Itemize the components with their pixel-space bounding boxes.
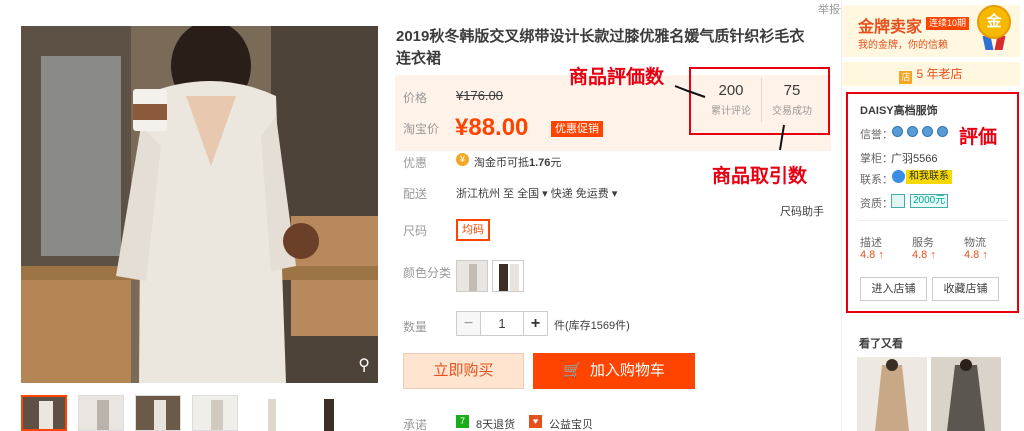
- deposit-badge[interactable]: 2000元: [910, 194, 949, 208]
- score-logistics-label: 物流: [964, 237, 986, 249]
- quantity-decrease-button[interactable]: −: [456, 311, 481, 336]
- charity-heart-icon: ♥: [529, 415, 542, 428]
- score-service-label: 服务: [912, 237, 934, 249]
- stock-text: 件(库存1569件): [554, 320, 630, 332]
- promise-label: 承诺: [403, 418, 428, 431]
- quantity-label: 数量: [403, 320, 428, 334]
- quantity-increase-button[interactable]: +: [523, 311, 548, 336]
- sidebar-divider: [858, 220, 1008, 221]
- keeper-label: 掌柜：: [860, 153, 893, 165]
- gold-seller-title: 金牌卖家: [858, 19, 923, 36]
- shop-name[interactable]: DAISY高档服饰: [860, 102, 938, 118]
- score-description-value: 4.8 ↑: [860, 249, 884, 261]
- cart-icon: 🛒: [563, 362, 582, 379]
- also-viewed-item-1[interactable]: [857, 357, 927, 431]
- color-label: 颜色分类: [403, 266, 452, 280]
- credit-diamond-icon: [937, 126, 948, 137]
- review-pointer-line: [674, 85, 706, 98]
- buy-now-button[interactable]: 立即购买: [403, 353, 524, 389]
- taojinbi-coin-icon: ¥: [456, 153, 469, 166]
- also-viewed-title: 看了又看: [859, 338, 903, 350]
- shop-icon: 店: [899, 71, 913, 84]
- also-viewed-item-2[interactable]: [931, 357, 1001, 431]
- credit-diamond-icon: [892, 126, 903, 137]
- contact-seller-button[interactable]: 和我联系: [906, 170, 952, 184]
- shop-age: 店5 年老店: [842, 62, 1020, 86]
- qualification-label: 资质：: [860, 198, 893, 210]
- color-option-2[interactable]: [492, 260, 524, 292]
- charity-item-text[interactable]: 公益宝贝: [549, 416, 593, 431]
- shipping-label: 配送: [403, 187, 428, 201]
- seven-day-return-icon: 7: [456, 415, 469, 428]
- size-label: 尺码: [403, 224, 428, 238]
- gold-medal-icon: 金: [977, 5, 1011, 39]
- shipping-selector[interactable]: 浙江杭州 至 全国 ▾ 快递 免运费 ▾: [456, 185, 617, 201]
- wangwang-icon: [892, 170, 905, 183]
- add-to-cart-button[interactable]: 🛒 加入购物车: [533, 353, 695, 389]
- score-description-label: 描述: [860, 237, 882, 249]
- score-service-value: 4.8 ↑: [912, 249, 936, 261]
- size-helper-link[interactable]: 尺码助手: [780, 203, 824, 219]
- offer-label: 优惠: [403, 156, 428, 170]
- quantity-input[interactable]: 1: [480, 311, 524, 336]
- qualification-icon: [891, 194, 905, 208]
- credit-diamond-icon: [922, 126, 933, 137]
- enter-shop-button[interactable]: 进入店铺: [860, 277, 927, 301]
- gold-seller-streak-badge: 连续10期: [926, 17, 970, 30]
- credit-diamond-icon: [907, 126, 918, 137]
- trade-pointer-line: [779, 124, 785, 151]
- favorite-shop-button[interactable]: 收藏店铺: [932, 277, 999, 301]
- credit-label: 信誉：: [860, 129, 893, 141]
- color-option-1[interactable]: [456, 260, 488, 292]
- coin-offer-text: 淘金币可抵1.76元: [474, 157, 562, 169]
- keeper-name[interactable]: 广羽5566: [891, 150, 937, 166]
- contact-label: 联系：: [860, 174, 893, 186]
- shop-age-text: 5 年老店: [916, 67, 963, 81]
- score-logistics-value: 4.8 ↑: [964, 249, 988, 261]
- gold-seller-slogan: 我的金牌，你的信赖: [858, 40, 948, 51]
- return-policy-text[interactable]: 8天退货: [476, 416, 515, 431]
- add-to-cart-label: 加入购物车: [589, 362, 665, 379]
- size-option-onesize[interactable]: 均码: [456, 219, 490, 241]
